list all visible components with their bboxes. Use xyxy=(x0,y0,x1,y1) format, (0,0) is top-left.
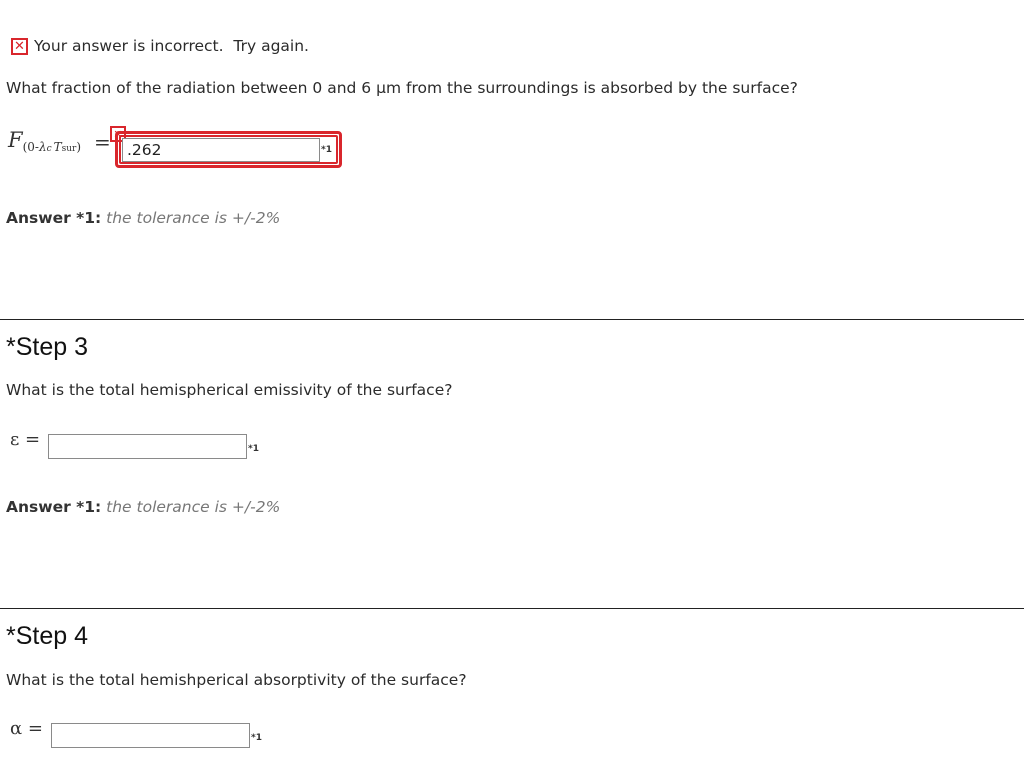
answer-label: Answer *1: xyxy=(6,498,102,516)
step3-variable: ε = xyxy=(10,429,41,450)
step2-question: What fraction of the radiation between 0… xyxy=(6,79,798,97)
step2-answer-input[interactable] xyxy=(122,138,320,162)
feedback-message: Your answer is incorrect. Try again. xyxy=(34,37,309,55)
error-x-icon: ✕ xyxy=(11,37,28,55)
divider xyxy=(0,319,1024,320)
step2-answer-marker: *1 xyxy=(321,145,332,155)
step4-title: *Step 4 xyxy=(6,622,89,650)
step4-variable: α = xyxy=(10,718,43,739)
step3-answer-input[interactable] xyxy=(48,434,247,459)
step4-answer-marker: *1 xyxy=(251,733,262,743)
step3-title: *Step 3 xyxy=(6,333,89,361)
variable-main: F xyxy=(8,128,23,152)
equals-sign: = xyxy=(94,130,111,154)
variable-subscript: (0-λc Tsur) xyxy=(22,140,82,154)
step2-variable: F(0-λc Tsur) xyxy=(8,128,82,154)
feedback-banner: ✕ Your answer is incorrect. Try again. xyxy=(11,37,309,55)
divider xyxy=(0,608,1024,609)
answer-tolerance: the tolerance is +/-2% xyxy=(106,209,281,227)
step3-answer-marker: *1 xyxy=(248,444,259,454)
step2-answer-info: Answer *1: the tolerance is +/-2% xyxy=(6,209,280,227)
answer-label: Answer *1: xyxy=(6,209,102,227)
step3-question: What is the total hemispherical emissivi… xyxy=(6,381,453,399)
step4-answer-input[interactable] xyxy=(51,723,250,748)
answer-tolerance: the tolerance is +/-2% xyxy=(106,498,281,516)
step4-question: What is the total hemishperical absorpti… xyxy=(6,671,467,689)
step3-answer-info: Answer *1: the tolerance is +/-2% xyxy=(6,498,280,516)
